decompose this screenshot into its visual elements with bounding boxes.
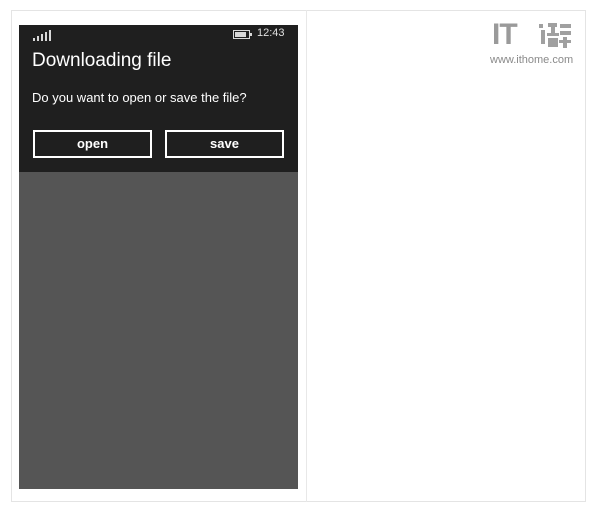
open-button[interactable]: open <box>33 130 152 158</box>
phone-screen: 12:43 Downloading file Do you want to op… <box>19 25 298 489</box>
dialog-title: Downloading file <box>32 50 172 71</box>
status-time: 12:43 <box>257 27 285 39</box>
frame-divider <box>306 10 307 502</box>
dimmed-background <box>19 172 298 489</box>
logo-mark-icon <box>539 23 571 48</box>
watermark-url: www.ithome.com <box>490 54 574 66</box>
battery-level-fill <box>235 32 246 37</box>
status-bar: 12:43 <box>19 25 298 45</box>
dialog-message: Do you want to open or save the file? <box>32 90 247 105</box>
signal-strength-icon <box>33 30 53 41</box>
battery-icon <box>233 30 252 39</box>
ithome-logo: IT <box>492 18 572 52</box>
save-button[interactable]: save <box>165 130 284 158</box>
download-dialog: 12:43 Downloading file Do you want to op… <box>19 25 298 172</box>
